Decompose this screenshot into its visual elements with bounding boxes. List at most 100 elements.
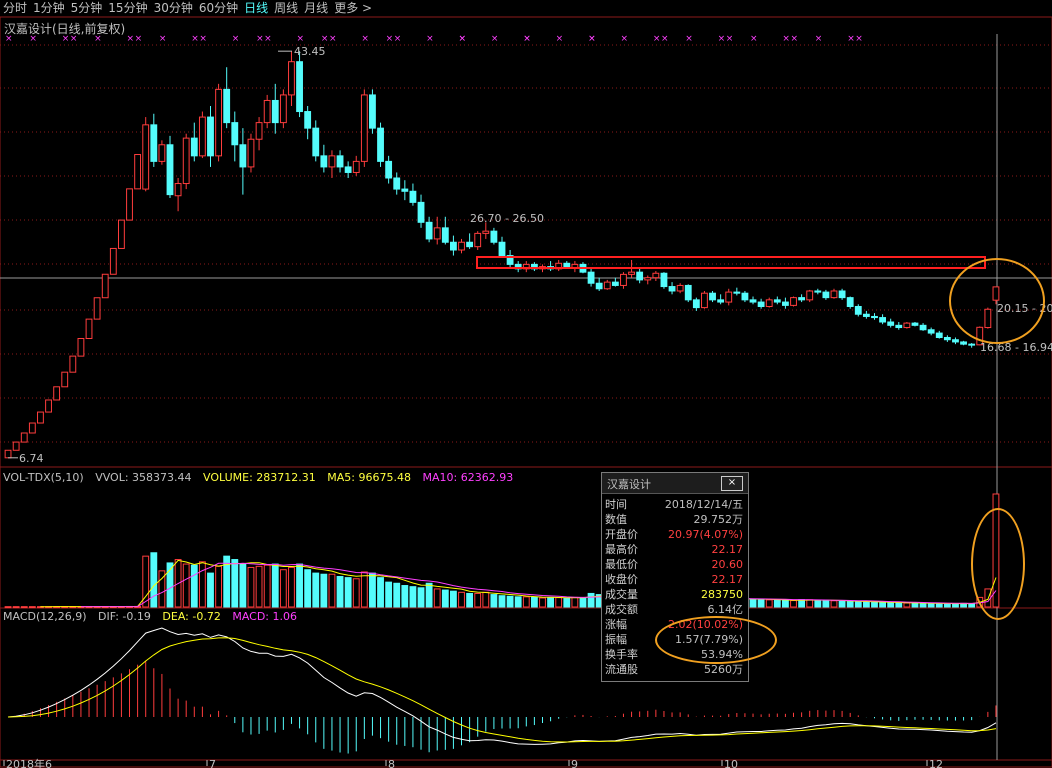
quote-value: 6.14亿 [707, 603, 744, 616]
candle [644, 277, 652, 281]
candle [328, 155, 336, 168]
signal-marker: × [491, 34, 499, 44]
period-tab-7[interactable]: 周线 [271, 0, 301, 16]
candle [895, 324, 903, 329]
volume-bar [522, 596, 530, 608]
candle [749, 299, 757, 303]
candle [142, 124, 150, 190]
volume-bar [911, 602, 919, 608]
candle [490, 230, 498, 243]
candle [903, 322, 911, 329]
candle [684, 284, 692, 301]
candle [636, 271, 644, 281]
candle [879, 317, 887, 323]
quote-value: 22.17 [711, 573, 744, 586]
period-tab-8[interactable]: 月线 [301, 0, 331, 16]
date-label: 10 [724, 758, 738, 768]
candle [247, 138, 255, 168]
quote-label: 最高价 [605, 543, 638, 556]
candle [77, 338, 85, 357]
candle [231, 122, 239, 146]
signal-marker: × [159, 34, 167, 44]
volume-bar [215, 565, 223, 608]
candle [109, 247, 117, 275]
volume-bar [773, 599, 781, 608]
quote-label: 涨幅 [605, 618, 627, 631]
volume-bar [207, 572, 214, 608]
signal-marker: × [588, 34, 596, 44]
volume-bar [458, 591, 465, 608]
vol-indicator-name[interactable]: VOL-TDX(5,10) [3, 471, 84, 484]
volume-bar [952, 603, 959, 608]
period-tab-9[interactable]: 更多 > [331, 0, 375, 16]
candle [85, 318, 93, 340]
volume-bar [854, 601, 862, 608]
resistance-label: 26.70 - 26.50 [470, 212, 544, 225]
dif-value: DIF: -0.19 [98, 610, 151, 623]
volume-bar [838, 600, 846, 608]
period-tab-2[interactable]: 5分钟 [68, 0, 106, 16]
quote-row: 开盘价 20.97(4.07%) [605, 527, 745, 542]
signal-marker: × [232, 34, 240, 44]
candle [935, 332, 943, 339]
signal-marker: × [556, 34, 564, 44]
candle [773, 299, 781, 303]
ma10-value: MA10: 62362.93 [422, 471, 514, 484]
main-chart[interactable]: × × × × × × × × × × × × × × × × × × × × ×× × ×× × ×× × × × × × × × × × × × ×… [0, 0, 1052, 768]
volume-bar [482, 591, 490, 608]
candle [45, 399, 52, 413]
signal-marker: × [329, 34, 337, 44]
candle [668, 286, 676, 292]
candle [263, 99, 271, 124]
signal-marker: × [523, 34, 531, 44]
volume-bar [369, 572, 376, 608]
volume-bar [490, 594, 498, 608]
volume-bar [943, 603, 951, 608]
period-tab-3[interactable]: 15分钟 [105, 0, 150, 16]
candle [854, 305, 862, 315]
volume-bar [530, 596, 538, 608]
date-label: 9 [571, 758, 578, 768]
volume-bar [862, 601, 870, 608]
candle [352, 160, 360, 173]
quote-value: 22.17 [711, 543, 744, 556]
quote-row: 最高价 22.17 [605, 542, 745, 557]
volume-bar [296, 563, 303, 608]
volume-bar [806, 599, 814, 608]
candle [150, 124, 158, 162]
volume-bar [320, 573, 328, 608]
popup-header[interactable]: 汉嘉设计 × [602, 473, 748, 494]
macd-indicator-name[interactable]: MACD(12,26,9) [3, 610, 87, 623]
close-icon[interactable]: × [721, 476, 743, 491]
period-tab-1[interactable]: 1分钟 [30, 0, 68, 16]
quote-label: 成交额 [605, 603, 638, 616]
volume-bar [417, 587, 425, 608]
candle [101, 273, 109, 299]
period-tab-0[interactable]: 分时 [0, 0, 30, 16]
candle [830, 290, 838, 299]
volume-bar [401, 585, 409, 608]
volume-bar [336, 575, 344, 608]
candle [126, 188, 133, 221]
candle [312, 127, 320, 157]
date-label: 7 [209, 758, 216, 768]
period-tab-4[interactable]: 30分钟 [151, 0, 196, 16]
candle [417, 201, 425, 223]
period-tab-5[interactable]: 60分钟 [196, 0, 241, 16]
candle [12, 441, 20, 451]
candle [733, 291, 741, 294]
signal-marker: × [426, 34, 434, 44]
volume-bar [927, 603, 935, 608]
volume-bar [409, 586, 417, 608]
candle [603, 281, 611, 290]
candle [781, 301, 789, 306]
signal-marker: × [191, 34, 199, 44]
volume-bar [182, 563, 190, 608]
quote-value: 20.97(4.07%) [667, 528, 743, 541]
volume-bar [935, 603, 943, 608]
quote-label: 成交量 [605, 588, 638, 601]
period-tab-6[interactable]: 日线 [241, 0, 271, 16]
quote-value: 20.60 [711, 558, 744, 571]
signal-marker: × [855, 34, 863, 44]
volume-bar [919, 602, 927, 608]
